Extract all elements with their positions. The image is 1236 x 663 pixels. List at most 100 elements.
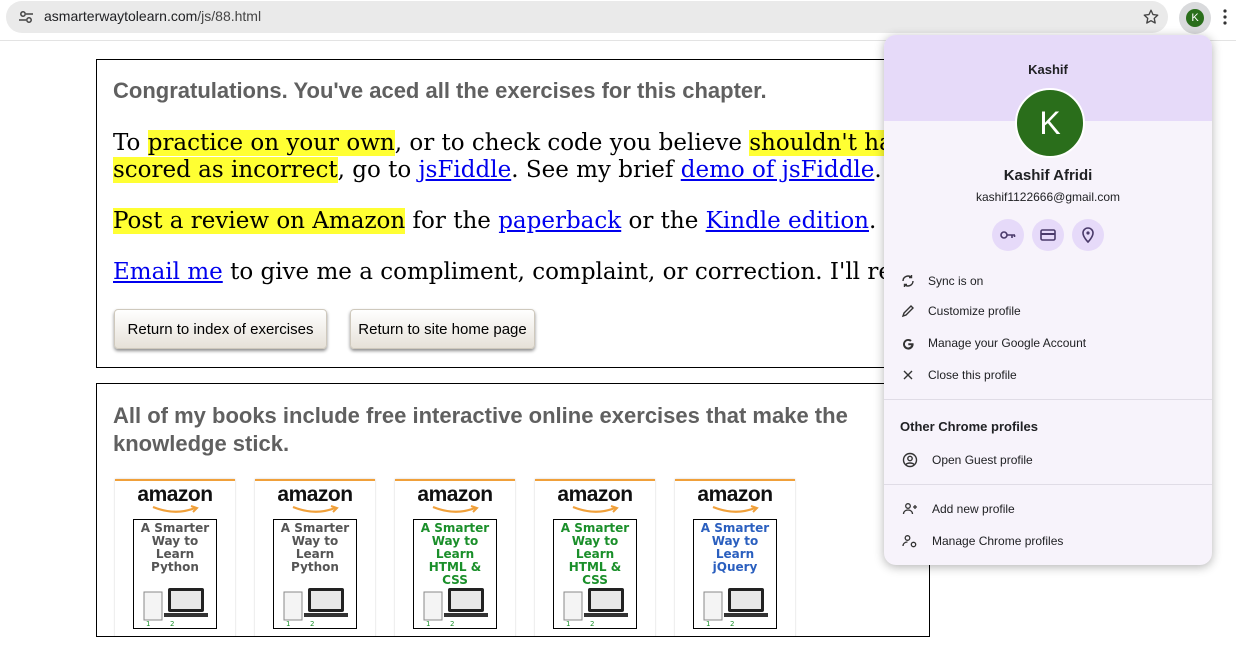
menu-label: Close this profile: [928, 368, 1017, 382]
manage-google-account-item[interactable]: Manage your Google Account: [884, 328, 1212, 358]
amazon-logo: amazon: [277, 483, 353, 506]
menu-label: Open Guest profile: [932, 453, 1033, 467]
svg-text:2: 2: [730, 620, 734, 626]
book-cover: A Smarter Way to Learn Python 1 2: [133, 519, 217, 629]
text: , or to check code you believe: [394, 130, 750, 156]
book-card[interactable]: amazon A Smarter Way to Learn HTML & CSS 1…: [535, 479, 655, 637]
sync-icon: [902, 275, 914, 287]
books-panel: All of my books include free interactive…: [96, 383, 930, 637]
book-cover: A Smarter Way to Learn Python 1 2: [273, 519, 357, 629]
text: . See my brief: [511, 157, 681, 183]
books-heading: All of my books include free interactive…: [113, 403, 848, 456]
book-title: A Smarter Way to Learn Python: [140, 521, 210, 574]
addresses-button[interactable]: [1072, 219, 1104, 251]
jsfiddle-link[interactable]: jsFiddle: [419, 157, 512, 183]
svg-text:1: 1: [146, 620, 150, 626]
email-paragraph: Email me to give me a compliment, compla…: [113, 259, 929, 286]
url-text[interactable]: asmarterwaytolearn.com/js/88.html: [44, 8, 261, 24]
menu-label: Add new profile: [932, 502, 1015, 516]
book-cover: A Smarter Way to Learn HTML & CSS 1 2: [553, 519, 637, 629]
book-title: A Smarter Way to Learn HTML & CSS: [560, 521, 630, 587]
book-card[interactable]: amazon A Smarter Way to Learn HTML & CSS 1…: [395, 479, 515, 637]
text: , go to: [337, 157, 419, 183]
devices-illustration-icon: 12: [423, 588, 488, 626]
divider: [884, 484, 1212, 485]
key-icon: [1000, 231, 1016, 239]
add-new-profile-item[interactable]: Add new profile: [884, 494, 1212, 524]
return-home-button[interactable]: Return to site home page: [350, 309, 535, 349]
svg-text:2: 2: [450, 620, 454, 626]
book-title: A Smarter Way to Learn jQuery: [700, 521, 770, 574]
bookmark-star-icon[interactable]: [1142, 8, 1160, 26]
manage-chrome-profiles-item[interactable]: Manage Chrome profiles: [884, 526, 1212, 556]
book-title: A Smarter Way to Learn Python: [280, 521, 350, 574]
book-price: $7.99 Kindle edition: [545, 636, 641, 637]
price-amount: $19.95: [685, 636, 725, 637]
congrats-heading: Congratulations. You've aced all the exe…: [113, 78, 767, 103]
svg-text:1: 1: [286, 620, 290, 626]
menu-label: Customize profile: [928, 304, 1021, 318]
svg-text:2: 2: [310, 620, 314, 626]
text: for the: [405, 208, 499, 234]
menu-label: Manage your Google Account: [928, 336, 1087, 350]
site-info-icon[interactable]: [18, 9, 34, 25]
book-cover: A Smarter Way to Learn jQuery 1 2: [693, 519, 777, 629]
svg-text:1: 1: [706, 620, 710, 626]
menu-label: Manage Chrome profiles: [932, 534, 1064, 548]
profile-full-name: Kashif Afridi: [1003, 167, 1093, 184]
highlight-text: scored as incorrect: [113, 157, 338, 183]
book-title: A Smarter Way to Learn HTML & CSS: [420, 521, 490, 587]
book-card[interactable]: amazonA Smarter Way to Learn jQuery12$19…: [675, 479, 795, 637]
price-amount: $19.95: [405, 636, 445, 637]
devices-illustration-icon: 12: [283, 588, 348, 626]
email-me-link[interactable]: Email me: [113, 259, 223, 285]
highlight-text: Post a review on Amazon: [113, 208, 406, 234]
passwords-button[interactable]: [992, 219, 1024, 251]
account-circle-icon: [902, 452, 918, 468]
close-profile-item[interactable]: Close this profile: [884, 360, 1212, 390]
profile-avatar-large: K: [1015, 88, 1085, 158]
person-add-icon: [902, 503, 917, 515]
divider: [884, 399, 1212, 400]
amazon-logo: amazon: [697, 483, 773, 506]
return-index-button[interactable]: Return to index of exercises: [114, 309, 327, 349]
profile-email: kashif1122666@gmail.com: [975, 190, 1121, 204]
profile-button[interactable]: K: [1179, 2, 1211, 34]
sync-status-item[interactable]: Sync is on: [884, 266, 1212, 296]
open-guest-profile-item[interactable]: Open Guest profile: [884, 445, 1212, 475]
url-path: /js/88.html: [197, 8, 262, 24]
popup-header-name: Kashif: [1028, 62, 1068, 77]
text: .: [868, 208, 877, 234]
address-bar[interactable]: asmarterwaytolearn.com/js/88.html: [6, 1, 1168, 33]
amazon-smile-icon: [292, 505, 339, 513]
book-price: $19.95: [125, 636, 165, 637]
customize-profile-item[interactable]: Customize profile: [884, 296, 1212, 326]
paperback-link[interactable]: paperback: [498, 208, 621, 234]
close-icon: [903, 370, 913, 380]
text: or the: [621, 208, 706, 234]
pencil-icon: [901, 305, 914, 318]
text: To: [113, 130, 148, 156]
svg-text:1: 1: [566, 620, 570, 626]
amazon-smile-icon: [432, 505, 479, 513]
manage-profiles-icon: [902, 535, 917, 548]
congrats-panel: Congratulations. You've aced all the exe…: [96, 59, 930, 368]
url-domain: asmarterwaytolearn.com: [44, 8, 198, 24]
payment-methods-button[interactable]: [1032, 219, 1064, 251]
amazon-logo: amazon: [557, 483, 633, 506]
book-card[interactable]: amazonA Smarter Way to Learn Python12$19…: [115, 479, 235, 637]
devices-illustration-icon: 12: [703, 588, 768, 626]
price-amount: $7.99: [545, 636, 578, 637]
demo-jsfiddle-link[interactable]: demo of jsFiddle: [681, 157, 875, 183]
amazon-logo: amazon: [137, 483, 213, 506]
menu-label: Sync is on: [928, 274, 984, 288]
amazon-smile-icon: [572, 505, 619, 513]
more-menu-icon[interactable]: [1222, 8, 1228, 26]
kindle-edition-link[interactable]: Kindle edition: [706, 208, 869, 234]
book-price: $7.99 Kindle edition: [265, 636, 361, 637]
review-paragraph: Post a review on Amazon for the paperbac…: [113, 208, 876, 235]
book-card[interactable]: amazonA Smarter Way to Learn Python12$7.…: [255, 479, 375, 637]
book-cover: A Smarter Way to Learn HTML & CSS 1 2: [413, 519, 497, 629]
profile-popup: Kashif K Kashif Afridi kashif1122666@gma…: [884, 35, 1212, 565]
practice-paragraph: To practice on your own, or to check cod…: [113, 130, 929, 184]
